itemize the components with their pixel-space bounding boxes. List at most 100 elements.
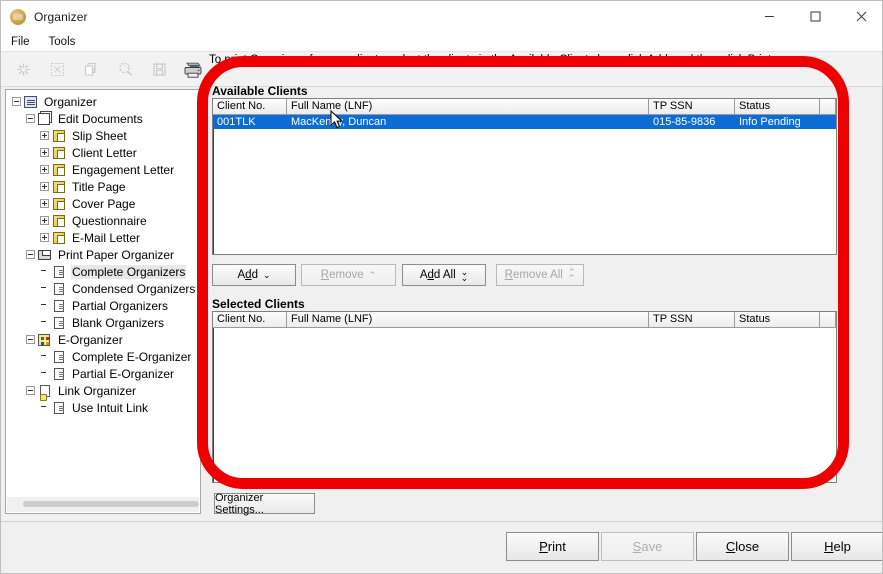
docs-icon — [38, 112, 54, 126]
tree-item-cover-page[interactable]: Cover Page — [8, 195, 200, 212]
doc-y-icon — [52, 163, 68, 177]
root-icon — [24, 95, 40, 109]
navigation-tree-panel[interactable]: Organizer Edit Documents Slip Sheet Client … — [5, 89, 201, 514]
instruction-text: To print Organizers for your clients, se… — [209, 54, 775, 66]
page-icon — [52, 350, 68, 364]
expand-plus-icon[interactable] — [40, 131, 49, 140]
tree-item-label: Partial Organizers — [72, 298, 169, 313]
collapse-minus-icon[interactable] — [26, 250, 35, 259]
print-button[interactable]: Print — [506, 532, 599, 561]
tree-item-label: Complete E-Organizer — [72, 349, 192, 364]
menu-file[interactable]: File — [2, 34, 39, 50]
tree-item-label: Client Letter — [72, 145, 137, 160]
available-clients-list[interactable]: Client No. Full Name (LNF) TP SSN Status… — [212, 98, 837, 255]
minimize-icon[interactable] — [746, 1, 792, 32]
column-header-tp-ssn[interactable]: TP SSN — [649, 312, 735, 328]
tree-leaf-marker — [40, 352, 49, 361]
tree-item-blank-organizers[interactable]: Blank Organizers — [8, 314, 200, 331]
organizer-settings-button[interactable]: Organizer Settings... — [214, 492, 315, 516]
save-icon[interactable] — [143, 55, 175, 85]
tree-item-partial-organizers[interactable]: Partial Organizers — [8, 297, 200, 314]
expand-plus-icon[interactable] — [40, 148, 49, 157]
tree-item-label: Questionnaire — [72, 213, 147, 228]
tree-item-label: Print Paper Organizer — [58, 247, 175, 262]
tree-item-use-intuit-link[interactable]: Use Intuit Link — [8, 399, 200, 416]
tree-leaf-marker — [40, 284, 49, 293]
tree-item-e-mail-letter[interactable]: E-Mail Letter — [8, 229, 200, 246]
tree-scrollbar-thumb[interactable] — [23, 501, 199, 507]
menu-tools[interactable]: Tools — [40, 34, 85, 50]
delete-icon[interactable] — [41, 55, 73, 85]
expand-plus-icon[interactable] — [40, 165, 49, 174]
tree-item-label: Partial E-Organizer — [72, 366, 175, 381]
doc-y-icon — [52, 231, 68, 245]
organizer-app-icon — [10, 8, 26, 25]
title-bar: Organizer — [1, 1, 882, 32]
collapse-minus-icon[interactable] — [12, 97, 21, 106]
available-clients-header: Client No. Full Name (LNF) TP SSN Status — [213, 99, 836, 115]
printer-icon — [38, 248, 54, 262]
tree-item-print-paper-organizer[interactable]: Print Paper Organizer — [8, 246, 200, 263]
collapse-minus-icon[interactable] — [26, 386, 35, 395]
save-button[interactable]: Save — [601, 532, 694, 561]
tree-item-label: Condensed Organizers — [72, 281, 196, 296]
expand-plus-icon[interactable] — [40, 199, 49, 208]
tree-item-client-letter[interactable]: Client Letter — [8, 144, 200, 161]
collapse-minus-icon[interactable] — [26, 335, 35, 344]
close-button-label: Close — [725, 539, 760, 554]
column-header-client-no[interactable]: Client No. — [213, 99, 287, 115]
tree-item-label: E-Mail Letter — [72, 230, 141, 245]
doc-y-icon — [52, 146, 68, 160]
remove-all-button[interactable]: Remove All ⌃ ⌃ — [496, 264, 584, 286]
selected-clients-header: Client No. Full Name (LNF) TP SSN Status — [213, 312, 836, 328]
add-all-button[interactable]: Add All ⌄ ⌄ — [402, 264, 486, 286]
tree-item-organizer[interactable]: Organizer — [8, 93, 200, 110]
tree-item-condensed-organizers[interactable]: Condensed Organizers — [8, 280, 200, 297]
tree-item-questionnaire[interactable]: Questionnaire — [8, 212, 200, 229]
column-header-tp-ssn[interactable]: TP SSN — [649, 99, 735, 115]
tree-item-edit-documents[interactable]: Edit Documents — [8, 110, 200, 127]
new-icon[interactable] — [7, 55, 39, 85]
column-header-filler — [820, 312, 836, 328]
page-icon — [52, 265, 68, 279]
copy-document-icon[interactable] — [75, 55, 107, 85]
tree-item-label: Link Organizer — [58, 383, 137, 398]
doc-y-icon — [52, 214, 68, 228]
tree-item-title-page[interactable]: Title Page — [8, 178, 200, 195]
page-icon — [52, 282, 68, 296]
collapse-minus-icon[interactable] — [26, 114, 35, 123]
tree-item-label: Complete Organizers — [71, 264, 187, 279]
tree-item-complete-organizers[interactable]: Complete Organizers — [8, 263, 200, 280]
column-header-client-no[interactable]: Client No. — [213, 312, 287, 328]
selected-clients-list[interactable]: Client No. Full Name (LNF) TP SSN Status — [212, 311, 837, 483]
maximize-icon[interactable] — [792, 1, 838, 32]
expand-plus-icon[interactable] — [40, 233, 49, 242]
tree-item-label: Title Page — [72, 179, 126, 194]
add-all-button-label: Add All — [419, 269, 456, 281]
help-button[interactable]: Help — [791, 532, 882, 561]
tree-item-slip-sheet[interactable]: Slip Sheet — [8, 127, 200, 144]
tree-horizontal-scrollbar[interactable] — [7, 497, 199, 512]
print-icon[interactable] — [177, 55, 209, 85]
tree-item-engagement-letter[interactable]: Engagement Letter — [8, 161, 200, 178]
page-icon — [52, 367, 68, 381]
expand-plus-icon[interactable] — [40, 216, 49, 225]
tree-node-list: Organizer Edit Documents Slip Sheet Client … — [6, 90, 200, 416]
tree-item-link-organizer[interactable]: Link Organizer — [8, 382, 200, 401]
link-icon — [38, 384, 54, 401]
footer-bar: Print Save Close Help — [1, 521, 882, 573]
preview-search-icon[interactable] — [109, 55, 141, 85]
column-header-status[interactable]: Status — [735, 99, 820, 115]
tree-item-partial-e-organizer[interactable]: Partial E-Organizer — [8, 365, 200, 382]
table-row[interactable]: 001TLK MacKenny, Duncan 015-85-9836 Info… — [213, 115, 836, 129]
tree-item-e-organizer[interactable]: E-Organizer — [8, 331, 200, 348]
tree-item-label: Use Intuit Link — [72, 400, 149, 415]
expand-plus-icon[interactable] — [40, 182, 49, 191]
close-button[interactable]: Close — [696, 532, 789, 561]
tree-item-complete-e-organizer[interactable]: Complete E-Organizer — [8, 348, 200, 365]
add-button[interactable]: Add ⌄ — [212, 264, 296, 286]
close-icon[interactable] — [838, 1, 882, 32]
column-header-full-name[interactable]: Full Name (LNF) — [287, 312, 649, 328]
column-header-status[interactable]: Status — [735, 312, 820, 328]
remove-button[interactable]: Remove ⌃ — [301, 264, 396, 286]
